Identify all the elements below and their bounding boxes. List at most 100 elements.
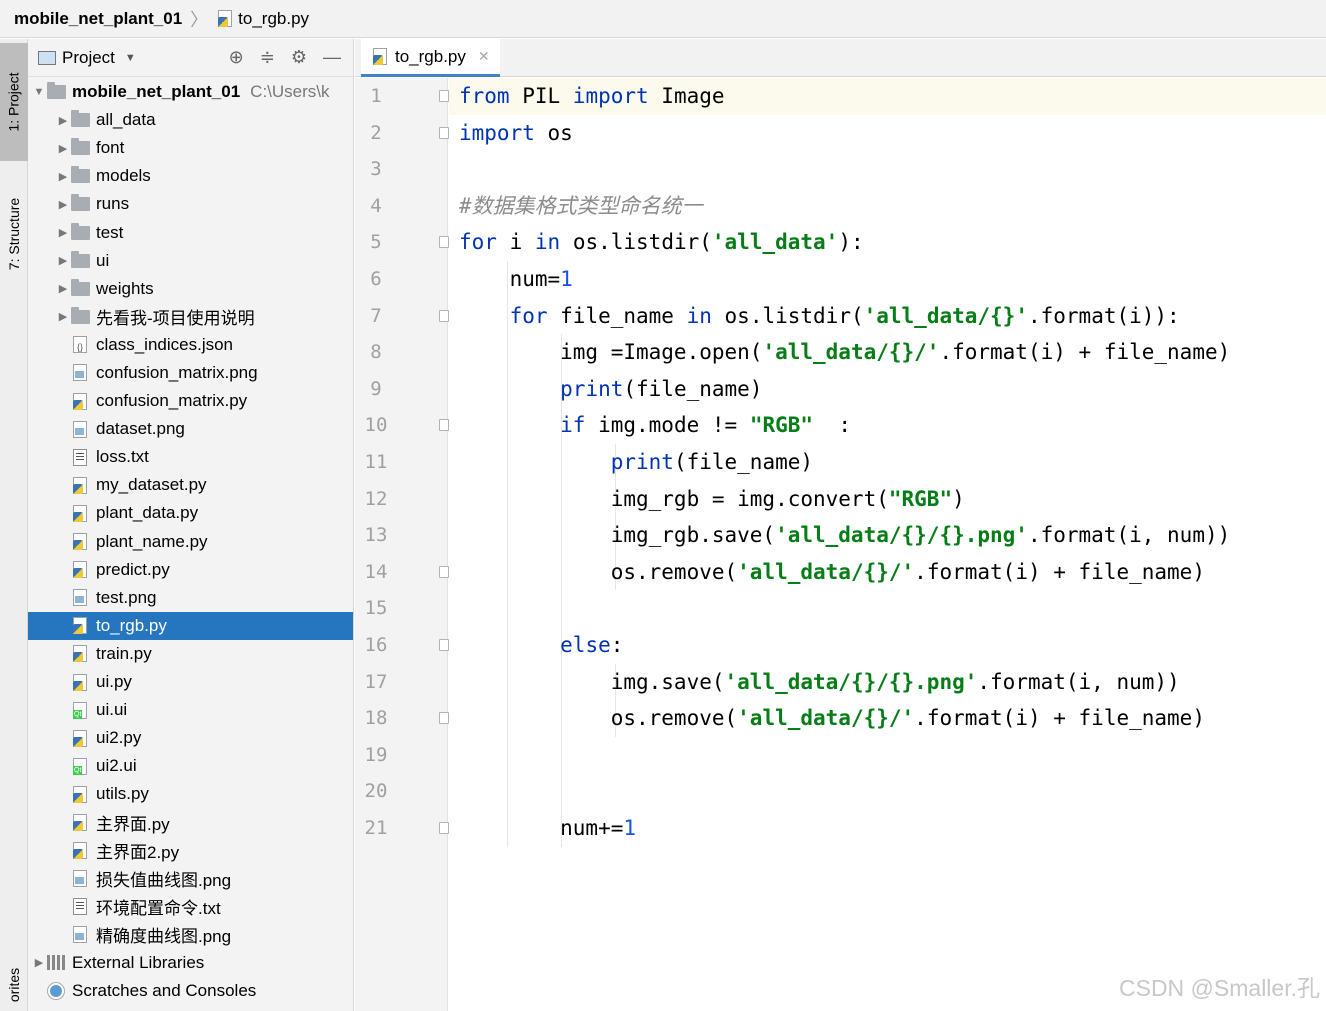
breadcrumb-file[interactable]: to_rgb.py [216, 9, 309, 29]
favorites-tool-tab[interactable]: orites [0, 959, 28, 1011]
code-line[interactable]: print(file_name) [459, 371, 762, 408]
code-editor[interactable]: from PIL import Image import os #数据集格式类型命名… [449, 78, 1326, 1011]
tree-item[interactable]: dataset.png [28, 415, 353, 443]
code-line[interactable]: img =Image.open('all_data/{}/'.format(i)… [459, 334, 1230, 371]
code-fold-icon[interactable] [439, 419, 449, 432]
tree-item[interactable]: 损失值曲线图.png [28, 865, 353, 893]
code-line[interactable]: os.remove('all_data/{}/'.format(i) + fil… [459, 700, 1205, 737]
tree-item[interactable]: ▶ font [28, 134, 353, 162]
tree-item-label: predict.py [96, 559, 170, 579]
tree-item[interactable]: plant_data.py [28, 499, 353, 527]
code-line[interactable]: #数据集格式类型命名统一 [459, 188, 703, 225]
code-fold-icon[interactable] [439, 90, 449, 102]
structure-tool-tab[interactable]: 7: Structure [0, 169, 28, 299]
tree-item[interactable]: confusion_matrix.png [28, 359, 353, 387]
image-file-icon [70, 364, 90, 382]
tree-item-label: Scratches and Consoles [72, 981, 257, 1001]
tree-root-project[interactable]: ▼ mobile_net_plant_01 C:\Users\k [28, 78, 353, 106]
tree-item[interactable]: ui.py [28, 668, 353, 696]
code-line[interactable]: else: [459, 627, 623, 664]
chevron-down-icon[interactable]: ▼ [125, 52, 136, 64]
code-line[interactable]: import os [459, 115, 573, 152]
chevron-down-icon[interactable]: ▼ [32, 86, 46, 98]
code-token: ): [838, 230, 864, 255]
tree-item[interactable]: ▶ runs [28, 190, 353, 218]
code-line[interactable]: os.remove('all_data/{}/'.format(i) + fil… [459, 554, 1205, 591]
tree-item[interactable]: predict.py [28, 556, 353, 584]
tree-external-libraries[interactable]: ▶ External Libraries [28, 949, 353, 977]
gear-icon[interactable]: ⚙ [291, 47, 307, 68]
tree-item[interactable]: loss.txt [28, 443, 353, 471]
tree-item[interactable]: {} class_indices.json [28, 331, 353, 359]
tree-item[interactable]: ui2.ui [28, 752, 353, 780]
code-token: num= [459, 267, 561, 291]
locate-icon[interactable]: ⊕ [229, 47, 244, 68]
code-line[interactable]: for file_name in os.listdir('all_data/{}… [459, 298, 1180, 335]
tree-item[interactable]: ui2.py [28, 724, 353, 752]
tree-item[interactable]: utils.py [28, 780, 353, 808]
code-line[interactable]: img.save('all_data/{}/{}.png'.format(i, … [459, 664, 1180, 701]
code-line[interactable]: print(file_name) [459, 444, 813, 481]
tree-item[interactable]: 主界面.py [28, 808, 353, 836]
chevron-right-icon[interactable]: ▶ [56, 114, 70, 127]
code-fold-icon[interactable] [439, 309, 449, 322]
tree-item[interactable]: test.png [28, 584, 353, 612]
chevron-right-icon[interactable]: ▶ [56, 282, 70, 295]
tree-item[interactable]: 精确度曲线图.png [28, 921, 353, 949]
hide-icon[interactable]: — [323, 47, 341, 68]
code-fold-icon[interactable] [439, 822, 449, 834]
folder-icon [70, 306, 90, 326]
code-line[interactable]: for i in os.listdir('all_data'): [459, 224, 864, 261]
chevron-right-icon[interactable]: ▶ [56, 310, 70, 323]
project-view-selector[interactable]: Project [62, 48, 115, 68]
code-line[interactable]: num=1 [459, 261, 573, 298]
tree-item[interactable]: ▶ test [28, 218, 353, 246]
tree-item[interactable]: my_dataset.py [28, 471, 353, 499]
code-fold-icon[interactable] [439, 565, 449, 578]
tree-item[interactable]: to_rgb.py [28, 611, 353, 640]
tree-item[interactable]: plant_name.py [28, 528, 353, 556]
project-panel: Project ▼ ⊕ ≑ ⚙ — ▼ mobile_net_plant_01 C:… [28, 39, 354, 1011]
chevron-right-icon[interactable]: ▶ [56, 142, 70, 155]
collapse-all-icon[interactable]: ≑ [260, 47, 275, 68]
tree-item[interactable]: ▶ weights [28, 275, 353, 303]
chevron-right-icon[interactable]: ▶ [56, 254, 70, 267]
code-line[interactable]: from PIL import Image [449, 78, 1326, 115]
tree-item[interactable]: ▶ 先看我-项目使用说明 [28, 303, 353, 331]
tree-item[interactable]: ▶ all_data [28, 106, 353, 134]
code-line[interactable]: if img.mode != "RGB" : [459, 407, 851, 444]
line-number: 12 [364, 487, 388, 510]
tree-item[interactable]: ui.ui [28, 696, 353, 724]
editor-tab-bar: to_rgb.py ✕ [355, 39, 1326, 77]
code-line[interactable]: img_rgb.save('all_data/{}/{}.png'.format… [459, 517, 1231, 554]
code-fold-icon[interactable] [439, 712, 449, 725]
chevron-right-icon[interactable]: ▶ [56, 226, 70, 239]
line-number: 2 [370, 121, 382, 144]
code-fold-icon[interactable] [439, 126, 449, 139]
tree-scratches[interactable]: Scratches and Consoles [28, 977, 353, 1005]
chevron-right-icon[interactable]: ▶ [56, 198, 70, 211]
tree-item-label: mobile_net_plant_01 [72, 82, 241, 102]
project-tool-tab[interactable]: 1: Project [0, 43, 28, 161]
tree-item-label: ui.ui [96, 700, 128, 720]
chevron-right-icon[interactable]: ▶ [32, 956, 46, 969]
tree-item[interactable]: 环境配置命令.txt [28, 893, 353, 921]
line-number: 13 [364, 524, 388, 547]
project-view-icon [38, 50, 56, 65]
code-fold-icon[interactable] [439, 236, 449, 249]
breadcrumb-project[interactable]: mobile_net_plant_01 [14, 9, 182, 29]
tree-item-label: ui.py [96, 672, 132, 692]
tree-item[interactable]: confusion_matrix.py [28, 387, 353, 415]
python-file-icon [70, 813, 90, 831]
chevron-right-icon[interactable]: ▶ [56, 170, 70, 183]
tree-item[interactable]: ▶ models [28, 162, 353, 190]
close-icon[interactable]: ✕ [478, 48, 490, 65]
code-line[interactable]: num+=1 [459, 810, 636, 847]
tree-item[interactable]: ▶ ui [28, 247, 353, 275]
editor-tab-to-rgb[interactable]: to_rgb.py ✕ [361, 39, 500, 77]
tree-item[interactable]: 主界面2.py [28, 837, 353, 865]
code-line[interactable]: img_rgb = img.convert("RGB") [459, 481, 965, 518]
line-number: 9 [370, 377, 382, 400]
tree-item[interactable]: train.py [28, 640, 353, 668]
code-fold-icon[interactable] [439, 639, 449, 651]
